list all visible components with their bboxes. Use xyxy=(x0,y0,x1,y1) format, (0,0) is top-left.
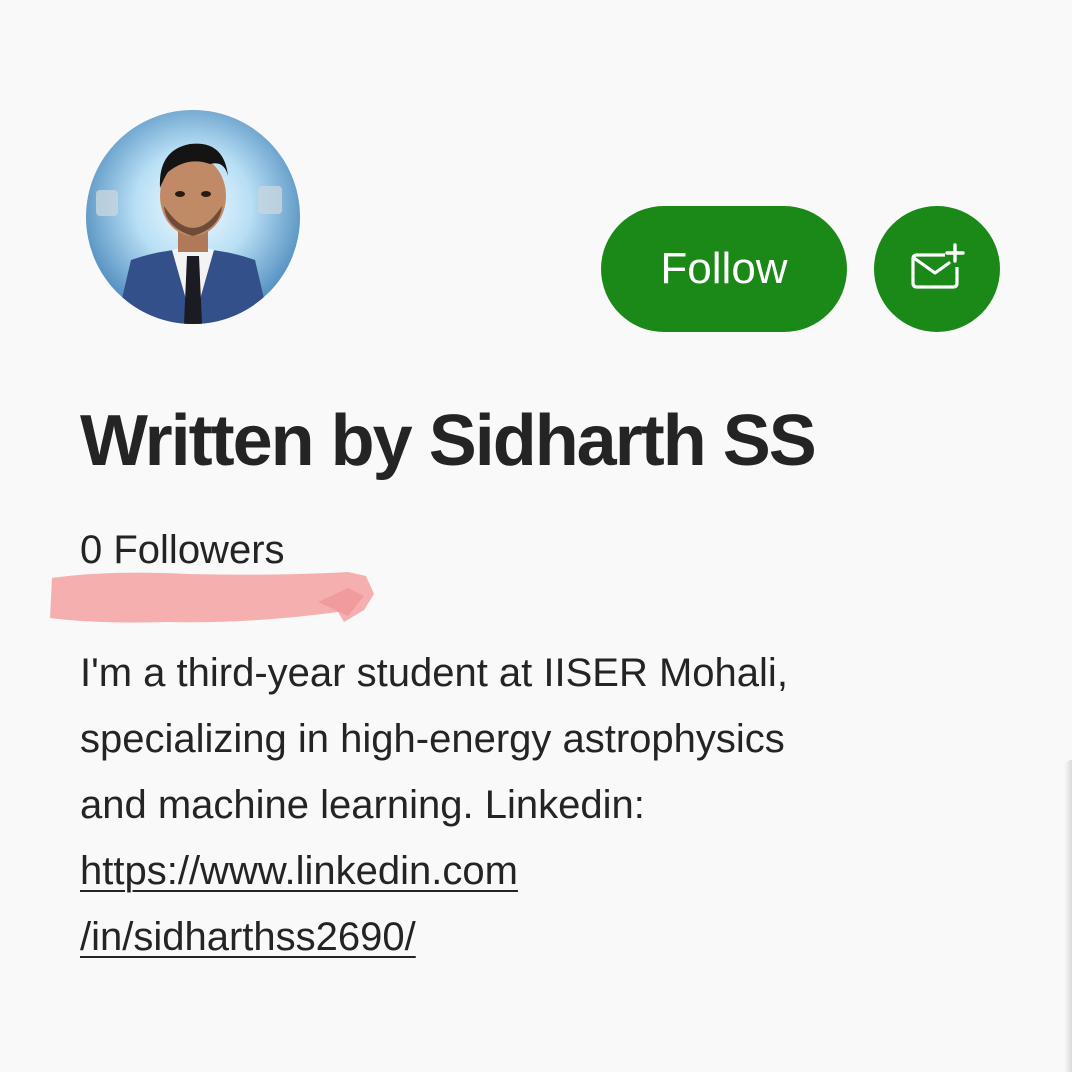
follow-button[interactable]: Follow xyxy=(601,206,847,332)
bio-line: specializing in high-energy astrophysics xyxy=(80,717,785,761)
linkedin-link[interactable]: https://www.linkedin.com xyxy=(80,838,980,904)
edge-shadow xyxy=(1064,760,1072,1072)
avatar[interactable] xyxy=(86,110,300,324)
subscribe-button[interactable] xyxy=(874,206,1000,332)
highlight-mark xyxy=(48,566,378,636)
bio-line: and machine learning. Linkedin: xyxy=(80,783,645,827)
bio-line: I'm a third-year student at IISER Mohali… xyxy=(80,651,788,695)
avatar-image xyxy=(86,110,300,324)
author-bio: I'm a third-year student at IISER Mohali… xyxy=(80,640,980,970)
author-heading: Written by Sidharth SS xyxy=(80,401,817,481)
mail-plus-icon xyxy=(911,243,965,289)
linkedin-link[interactable]: /in/sidharthss2690/ xyxy=(80,904,980,970)
followers-count[interactable]: 0 Followers xyxy=(80,526,285,574)
